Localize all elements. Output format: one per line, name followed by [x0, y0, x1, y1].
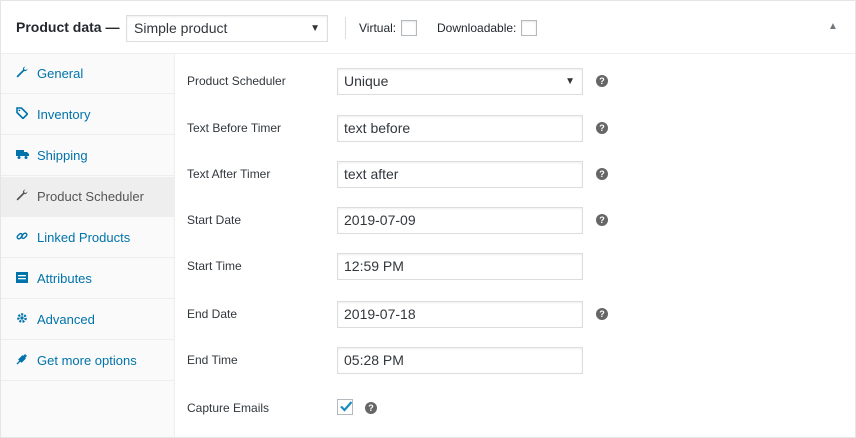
end-time-label: End Time — [187, 353, 238, 367]
chevron-down-icon: ▼ — [565, 76, 575, 87]
list-icon — [15, 259, 29, 299]
tab-label: Get more options — [37, 353, 137, 368]
tab-linked-products[interactable]: Linked Products — [1, 218, 174, 258]
start-date-label: Start Date — [187, 213, 242, 227]
tab-label: Linked Products — [37, 230, 131, 245]
tab-label: Advanced — [37, 312, 95, 327]
start-time-label: Start Time — [187, 259, 242, 273]
tab-label: General — [37, 66, 84, 81]
help-icon[interactable]: ? — [596, 308, 608, 320]
collapse-toggle-icon[interactable]: ▲ — [828, 21, 838, 32]
tab-label: Inventory — [37, 107, 91, 122]
downloadable-label: Downloadable: — [437, 21, 517, 35]
tab-product-scheduler[interactable]: Product Scheduler — [1, 177, 174, 217]
tab-general[interactable]: General — [1, 54, 174, 94]
divider — [345, 17, 346, 39]
text-after-timer-input[interactable]: text after — [337, 161, 583, 188]
plug-icon — [15, 341, 29, 381]
capture-emails-checkbox[interactable] — [337, 399, 353, 415]
product-data-tabs: General Inventory Shipping Product Sched… — [1, 54, 175, 437]
end-date-input[interactable]: 2019-07-18 — [337, 301, 583, 328]
tab-label: Attributes — [37, 271, 92, 286]
end-date-label: End Date — [187, 307, 238, 321]
product-scheduler-select[interactable]: Unique ▼ — [337, 68, 583, 95]
gear-icon — [15, 300, 29, 340]
help-icon[interactable]: ? — [596, 168, 608, 180]
product-scheduler-label: Product Scheduler — [187, 74, 286, 88]
start-time-input[interactable]: 12:59 PM — [337, 253, 583, 280]
tab-shipping[interactable]: Shipping — [1, 136, 174, 176]
help-icon[interactable]: ? — [365, 402, 377, 414]
tag-icon — [15, 95, 29, 135]
virtual-checkbox[interactable] — [401, 20, 417, 36]
help-icon[interactable]: ? — [596, 122, 608, 134]
tab-attributes[interactable]: Attributes — [1, 259, 174, 299]
help-icon[interactable]: ? — [596, 214, 608, 226]
text-before-timer-label: Text Before Timer — [187, 121, 282, 135]
text-after-timer-label: Text After Timer — [187, 167, 271, 181]
start-date-input[interactable]: 2019-07-09 — [337, 207, 583, 234]
text-before-timer-input[interactable]: text before — [337, 115, 583, 142]
panel-title: Product data — — [16, 19, 120, 35]
checkmark-icon — [340, 401, 353, 412]
help-icon[interactable]: ? — [596, 75, 608, 87]
virtual-label: Virtual: — [359, 21, 397, 35]
product-data-panel: Product data — Simple product ▼ Virtual:… — [0, 0, 856, 438]
link-icon — [15, 218, 29, 258]
tab-label: Shipping — [37, 148, 88, 163]
wrench-icon — [15, 54, 29, 94]
product-scheduler-value: Unique — [344, 73, 389, 89]
tab-advanced[interactable]: Advanced — [1, 300, 174, 340]
truck-icon — [15, 136, 29, 176]
wrench-icon — [15, 177, 29, 217]
tab-inventory[interactable]: Inventory — [1, 95, 174, 135]
chevron-down-icon: ▼ — [310, 23, 320, 34]
capture-emails-label: Capture Emails — [187, 401, 270, 415]
end-time-input[interactable]: 05:28 PM — [337, 347, 583, 374]
downloadable-checkbox[interactable] — [521, 20, 537, 36]
tab-label: Product Scheduler — [37, 189, 144, 204]
product-type-select[interactable]: Simple product ▼ — [126, 15, 328, 42]
panel-header: Product data — Simple product ▼ Virtual:… — [1, 1, 855, 54]
product-type-value: Simple product — [134, 20, 228, 36]
tab-get-more-options[interactable]: Get more options — [1, 341, 174, 381]
